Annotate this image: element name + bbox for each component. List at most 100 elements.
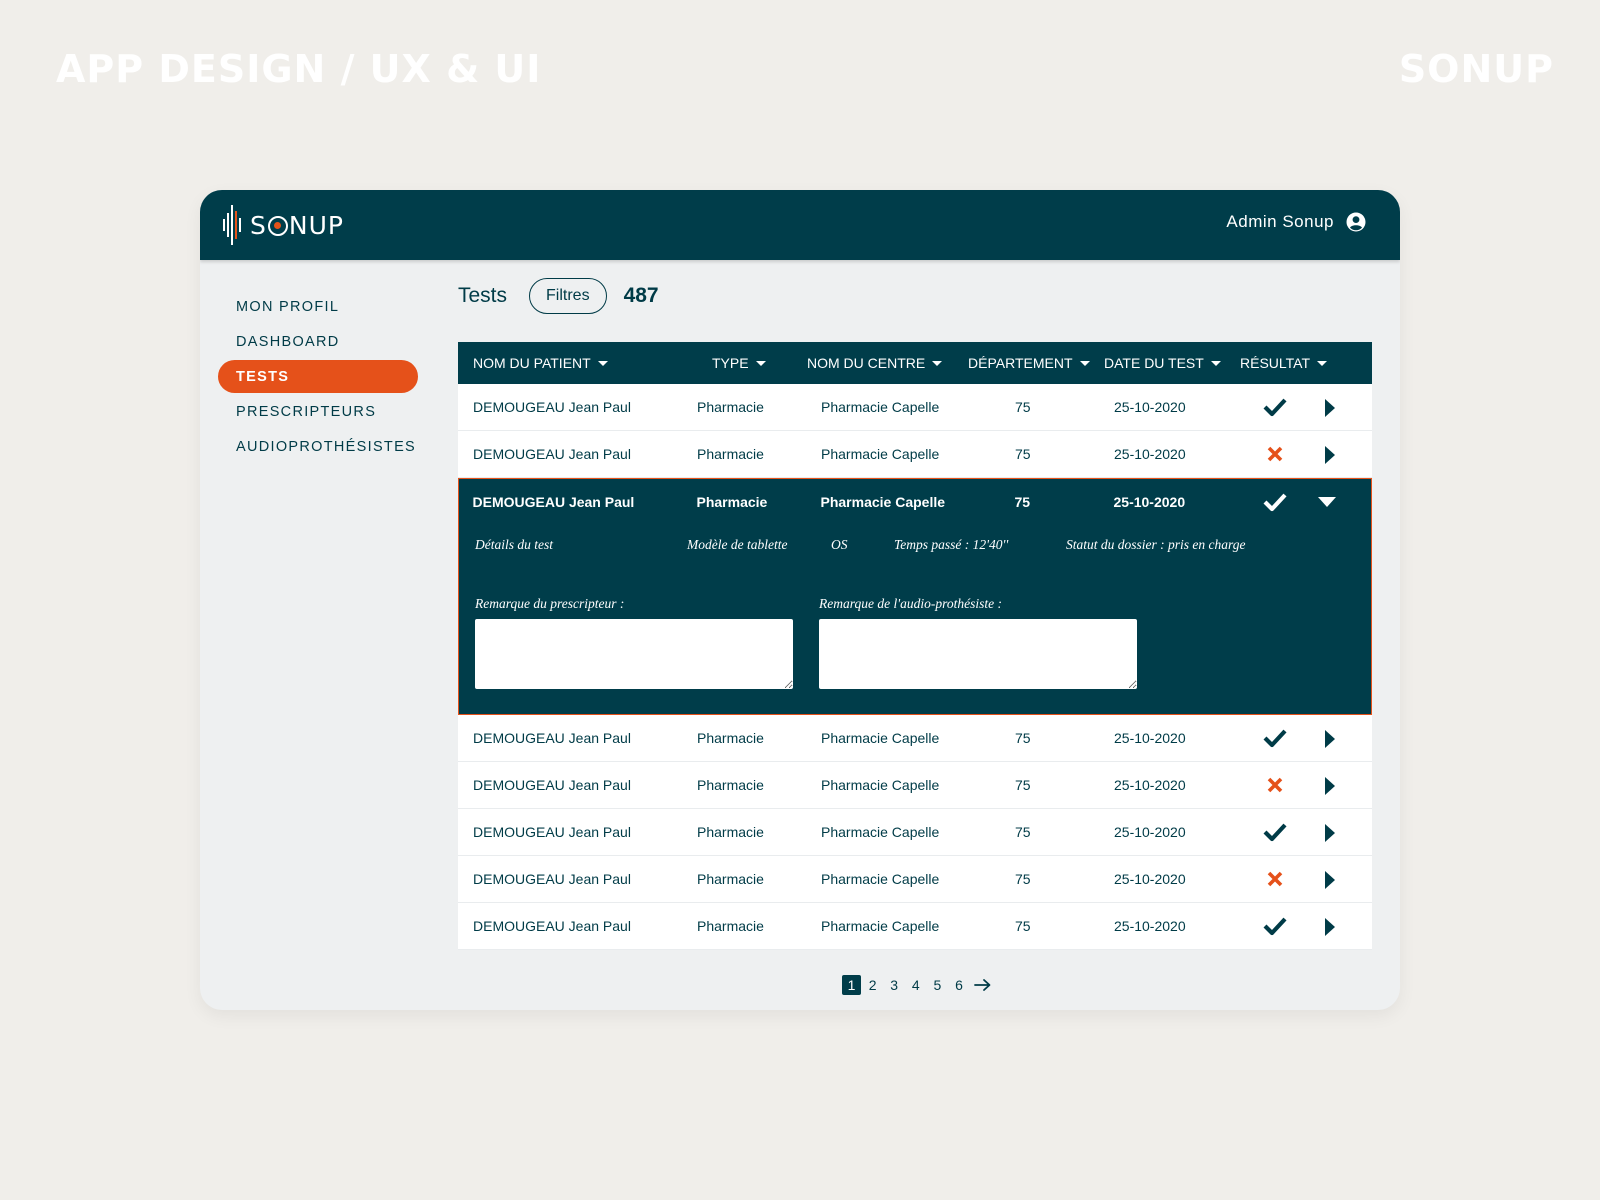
caret-down-icon bbox=[1210, 360, 1221, 366]
user-name: Admin Sonup bbox=[1226, 212, 1334, 231]
cell-patient: DEMOUGEAU Jean Paul bbox=[473, 399, 631, 415]
column-label: NOM DU PATIENT bbox=[473, 355, 591, 371]
check-icon bbox=[1263, 823, 1287, 842]
check-icon bbox=[1263, 917, 1287, 936]
column-header-departement[interactable]: DÉPARTEMENT bbox=[968, 342, 1090, 384]
cell-departement: 75 bbox=[1015, 730, 1031, 746]
cell-type: Pharmacie bbox=[697, 824, 764, 840]
cell-centre: Pharmacie Capelle bbox=[821, 730, 940, 746]
page-header: Tests Filtres 487 bbox=[458, 278, 659, 314]
cell-patient: DEMOUGEAU Jean Paul bbox=[473, 777, 631, 793]
table-body: DEMOUGEAU Jean Paul Pharmacie Pharmacie Ca… bbox=[458, 384, 1372, 950]
table-row[interactable]: DEMOUGEAU Jean Paul Pharmacie Pharmacie Ca… bbox=[458, 856, 1372, 903]
table-header: NOM DU PATIENT TYPE NOM DU CENTRE DÉPART… bbox=[458, 342, 1372, 384]
cell-departement: 75 bbox=[1015, 918, 1031, 934]
page-5-button[interactable]: 5 bbox=[927, 975, 947, 995]
table-row[interactable]: DEMOUGEAU Jean Paul Pharmacie Pharmacie Ca… bbox=[458, 431, 1372, 478]
cross-icon bbox=[1267, 871, 1283, 887]
column-header-patient[interactable]: NOM DU PATIENT bbox=[473, 342, 608, 384]
cell-date: 25-10-2020 bbox=[1114, 399, 1186, 415]
cell-centre: Pharmacie Capelle bbox=[821, 918, 940, 934]
remark-prescriber-field[interactable] bbox=[475, 619, 793, 689]
cell-patient: DEMOUGEAU Jean Paul bbox=[473, 824, 631, 840]
caption-brand: SONUP bbox=[1398, 47, 1554, 91]
sidebar-item-dashboard[interactable]: DASHBOARD bbox=[218, 325, 418, 358]
cell-date: 25-10-2020 bbox=[1114, 918, 1186, 934]
column-header-resultat[interactable]: RÉSULTAT bbox=[1240, 342, 1328, 384]
cell-date: 25-10-2020 bbox=[1114, 824, 1186, 840]
cell-departement: 75 bbox=[1015, 777, 1031, 793]
remark-audio-field[interactable] bbox=[819, 619, 1137, 689]
sidebar-item-audioprothesistes[interactable]: AUDIOPROTHÉSISTES bbox=[218, 430, 418, 463]
chevron-right-icon[interactable] bbox=[1324, 730, 1336, 748]
sidebar-nav: MON PROFIL DASHBOARD TESTS PRESCRIPTEURS… bbox=[218, 290, 418, 465]
sidebar-item-tests[interactable]: TESTS bbox=[218, 360, 418, 393]
logo-text-end: NUP bbox=[288, 210, 344, 240]
app-window: S NUP Admin Sonup MON PROFIL DASHBOARD TE… bbox=[200, 190, 1400, 1010]
column-label: DATE DU TEST bbox=[1104, 355, 1204, 371]
check-icon bbox=[1263, 398, 1287, 417]
page-2-button[interactable]: 2 bbox=[863, 975, 883, 995]
pagination: 1 2 3 4 5 6 bbox=[842, 975, 992, 995]
chevron-right-icon[interactable] bbox=[1324, 871, 1336, 889]
caret-down-icon bbox=[1317, 360, 1328, 366]
arrow-right-icon[interactable] bbox=[973, 978, 992, 992]
cell-centre: Pharmacie Capelle bbox=[820, 494, 946, 510]
tests-table: NOM DU PATIENT TYPE NOM DU CENTRE DÉPART… bbox=[458, 342, 1372, 950]
logo-text-start: S bbox=[250, 210, 267, 240]
table-row-expanded[interactable]: DEMOUGEAU Jean Paul Pharmacie Pharmacie Ca… bbox=[458, 478, 1372, 715]
column-label: NOM DU CENTRE bbox=[807, 355, 926, 371]
caret-down-icon bbox=[932, 360, 943, 366]
detail-file-status: Statut du dossier : pris en charge bbox=[1066, 537, 1246, 552]
logo-target-icon bbox=[267, 215, 288, 236]
top-bar: S NUP Admin Sonup bbox=[200, 190, 1400, 260]
caret-down-icon bbox=[755, 360, 766, 366]
page-1-button[interactable]: 1 bbox=[842, 975, 861, 995]
sidebar-item-mon-profil[interactable]: MON PROFIL bbox=[218, 290, 418, 323]
chevron-right-icon[interactable] bbox=[1324, 824, 1336, 842]
logo[interactable]: S NUP bbox=[222, 205, 344, 245]
cell-departement: 75 bbox=[1014, 494, 1031, 510]
user-menu[interactable]: Admin Sonup bbox=[1226, 212, 1366, 232]
table-row[interactable]: DEMOUGEAU Jean Paul Pharmacie Pharmacie Ca… bbox=[458, 809, 1372, 856]
detail-time-spent: Temps passé : 12'40'' bbox=[894, 537, 1009, 552]
detail-label: Détails du test bbox=[475, 537, 553, 552]
column-label: DÉPARTEMENT bbox=[968, 355, 1073, 371]
table-row[interactable]: DEMOUGEAU Jean Paul Pharmacie Pharmacie Ca… bbox=[458, 903, 1372, 950]
table-row[interactable]: DEMOUGEAU Jean Paul Pharmacie Pharmacie Ca… bbox=[458, 715, 1372, 762]
column-label: TYPE bbox=[712, 355, 749, 371]
sidebar-item-prescripteurs[interactable]: PRESCRIPTEURS bbox=[218, 395, 418, 428]
page-3-button[interactable]: 3 bbox=[884, 975, 904, 995]
remark-prescriber-label: Remarque du prescripteur : bbox=[475, 596, 625, 611]
chevron-right-icon[interactable] bbox=[1324, 399, 1336, 417]
cell-type: Pharmacie bbox=[697, 777, 764, 793]
cross-icon bbox=[1267, 777, 1283, 793]
cell-centre: Pharmacie Capelle bbox=[821, 446, 940, 462]
cell-type: Pharmacie bbox=[697, 918, 764, 934]
chevron-right-icon[interactable] bbox=[1324, 446, 1336, 464]
column-header-centre[interactable]: NOM DU CENTRE bbox=[807, 342, 943, 384]
page-title: Tests bbox=[458, 284, 508, 307]
cell-centre: Pharmacie Capelle bbox=[821, 871, 940, 887]
chevron-right-icon[interactable] bbox=[1324, 777, 1336, 795]
logo-wordmark: S NUP bbox=[250, 211, 344, 240]
chevron-right-icon[interactable] bbox=[1324, 918, 1336, 936]
cell-departement: 75 bbox=[1015, 399, 1031, 415]
check-icon bbox=[1263, 729, 1287, 748]
table-row[interactable]: DEMOUGEAU Jean Paul Pharmacie Pharmacie Ca… bbox=[458, 762, 1372, 809]
caption-app-design: APP DESIGN / UX & UI bbox=[56, 47, 542, 91]
filters-button[interactable]: Filtres bbox=[529, 278, 607, 314]
chevron-down-icon[interactable] bbox=[1318, 496, 1336, 508]
column-header-date[interactable]: DATE DU TEST bbox=[1104, 342, 1221, 384]
cell-patient: DEMOUGEAU Jean Paul bbox=[473, 871, 631, 887]
caret-down-icon bbox=[597, 360, 608, 366]
cell-patient: DEMOUGEAU Jean Paul bbox=[472, 494, 635, 510]
results-count: 487 bbox=[623, 284, 659, 307]
cell-patient: DEMOUGEAU Jean Paul bbox=[473, 730, 631, 746]
page-6-button[interactable]: 6 bbox=[949, 975, 969, 995]
page-4-button[interactable]: 4 bbox=[906, 975, 926, 995]
table-row[interactable]: DEMOUGEAU Jean Paul Pharmacie Pharmacie Ca… bbox=[458, 384, 1372, 431]
cell-departement: 75 bbox=[1015, 824, 1031, 840]
column-header-type[interactable]: TYPE bbox=[712, 342, 766, 384]
cell-type: Pharmacie bbox=[697, 871, 764, 887]
